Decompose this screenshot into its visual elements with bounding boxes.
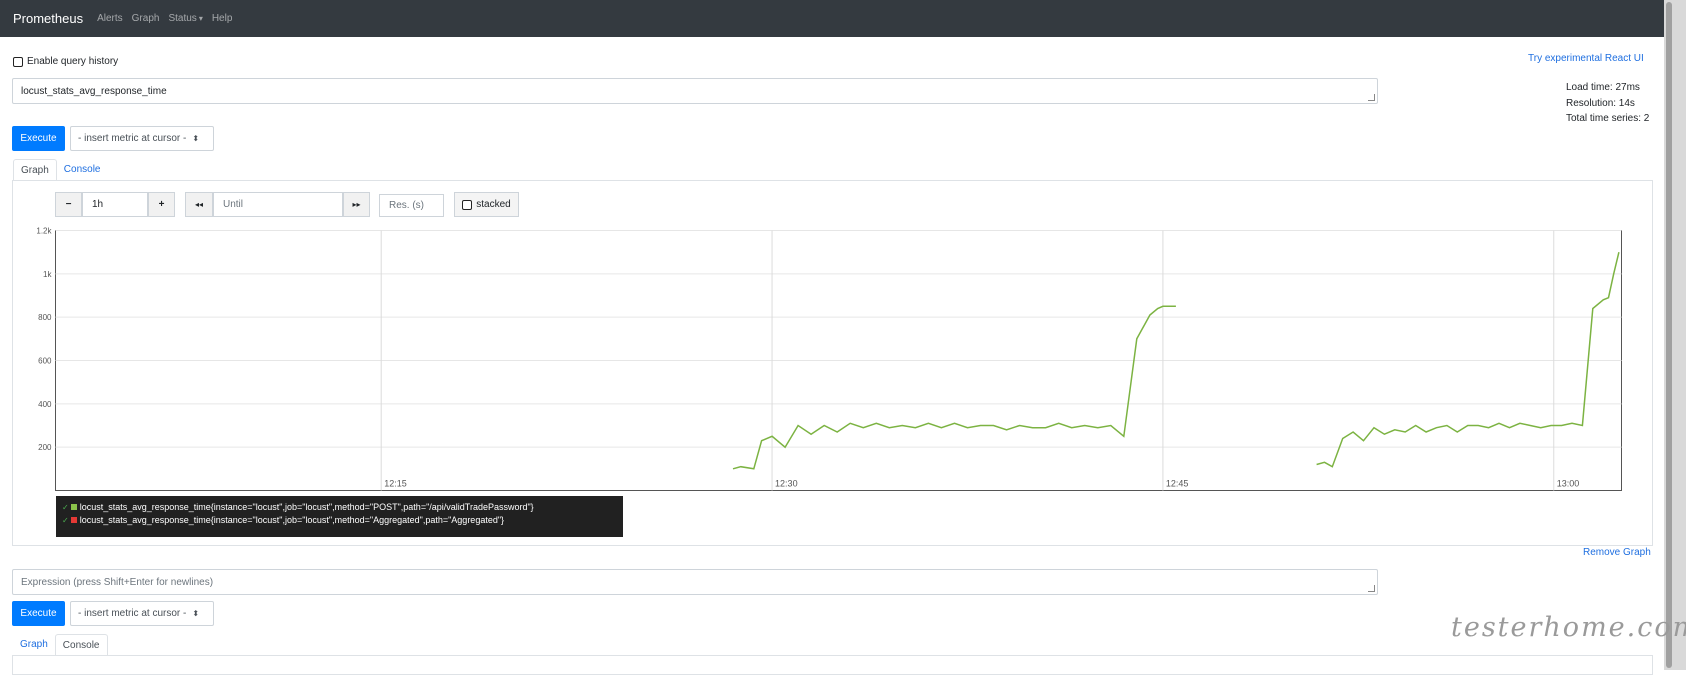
tab-console[interactable]: Console [57,159,108,180]
fast-forward-icon[interactable]: ▸▸ [343,192,370,217]
select-arrows-icon: ⬍ [192,609,200,618]
expression-input[interactable]: locust_stats_avg_response_time [12,78,1378,104]
top-navbar: Prometheus Alerts Graph Status ▾ Help [0,0,1664,37]
nav-status[interactable]: Status ▾ [168,13,202,24]
until-input[interactable]: Until [213,192,343,217]
stacked-checkbox[interactable] [462,199,473,210]
query-stats: Load time: 27ms Resolution: 14s Total ti… [1566,80,1649,127]
decrease-range-button[interactable]: − [55,192,82,217]
expression-text: locust_stats_avg_response_time [21,85,167,97]
console-panel [12,655,1653,675]
check-icon: ✓ [62,516,69,525]
react-ui-link[interactable]: Try experimental React UI [1528,53,1644,64]
stacked-label: stacked [476,199,511,210]
graph-panel [12,180,1653,546]
expression-input-2[interactable]: Expression (press Shift+Enter for newlin… [12,569,1378,595]
panel-tabs-2: Graph Console [13,634,108,657]
expression-placeholder: Expression (press Shift+Enter for newlin… [21,576,214,588]
execute-button-2[interactable]: Execute [12,601,65,626]
query-history-label: Enable query history [27,56,119,67]
panel-tabs: Graph Console [13,159,108,182]
nav-status-label: Status [168,13,197,24]
remove-graph-link[interactable]: Remove Graph [1583,547,1651,558]
resize-handle-icon[interactable] [1368,94,1375,101]
select-arrows-icon: ⬍ [192,134,200,143]
legend-series-label: locust_stats_avg_response_time{instance=… [79,515,505,525]
legend-swatch [70,504,77,510]
execute-button[interactable]: Execute [12,126,65,151]
tab-console-2[interactable]: Console [54,634,108,657]
increase-range-button[interactable]: + [148,192,175,217]
rewind-icon[interactable]: ◂◂ [185,192,213,217]
load-time: Load time: 27ms [1566,82,1640,93]
resolution-input[interactable]: Res. (s) [379,194,444,217]
brand-link[interactable]: Prometheus [13,11,83,26]
insert-metric-label: - insert metric at cursor - [78,608,187,619]
tab-graph-2[interactable]: Graph [13,634,55,655]
tab-graph[interactable]: Graph [13,159,57,182]
resolution: Resolution: 14s [1566,97,1635,109]
query-history-toggle[interactable]: Enable query history [13,56,118,67]
watermark-text: testerhome.com [1451,612,1686,643]
legend-item[interactable]: ✓ locust_stats_avg_response_time{instance… [62,514,623,527]
insert-metric-select-2[interactable]: - insert metric at cursor - ⬍ [70,601,214,626]
insert-metric-label: - insert metric at cursor - [78,133,187,144]
total-time-series: Total time series: 2 [1566,113,1650,124]
insert-metric-select[interactable]: - insert metric at cursor - ⬍ [70,126,214,151]
scrollbar-thumb[interactable] [1666,2,1672,668]
legend-series-label: locust_stats_avg_response_time{instance=… [79,502,534,512]
graph-legend: ✓ locust_stats_avg_response_time{instance… [56,496,623,537]
check-icon: ✓ [62,503,69,512]
nav-help[interactable]: Help [212,13,233,24]
range-input[interactable]: 1h [82,192,148,217]
chevron-down-icon: ▾ [198,14,203,23]
stacked-toggle-button[interactable]: stacked [454,192,519,217]
legend-swatch [70,517,77,523]
query-history-checkbox[interactable] [13,56,23,67]
nav-alerts[interactable]: Alerts [97,13,123,24]
resize-handle-icon[interactable] [1368,585,1375,592]
legend-item[interactable]: ✓ locust_stats_avg_response_time{instance… [62,501,623,514]
nav-graph[interactable]: Graph [132,13,160,24]
